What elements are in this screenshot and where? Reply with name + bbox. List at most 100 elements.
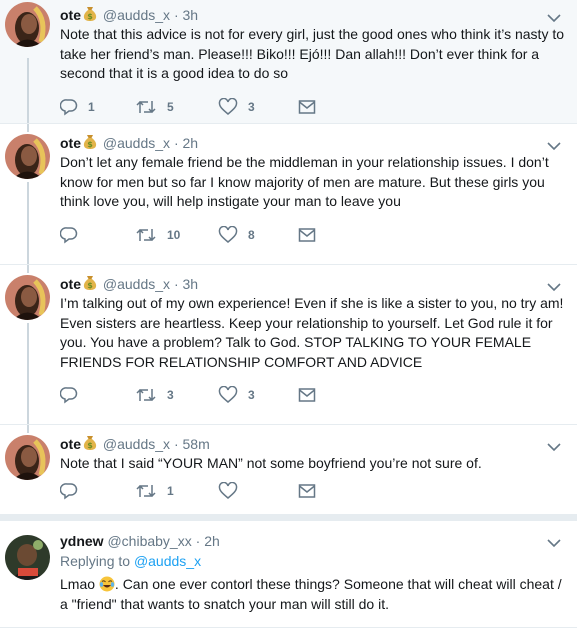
user-handle[interactable]: @audds_x	[103, 135, 170, 151]
like-button[interactable]	[218, 481, 248, 501]
tweet[interactable]: ote $ @audds_x · 2h Don’t let any female …	[0, 124, 577, 265]
like-count: 3	[248, 100, 255, 114]
retweet-count: 5	[167, 100, 174, 114]
display-name[interactable]: ote	[60, 135, 81, 151]
user-handle[interactable]: @audds_x	[103, 7, 170, 23]
envelope-icon	[298, 388, 316, 402]
chevron-down-icon[interactable]	[547, 535, 561, 548]
svg-text:$: $	[87, 441, 93, 450]
retweet-icon	[136, 100, 156, 114]
chevron-down-icon[interactable]	[547, 279, 561, 292]
mention-link[interactable]: @audds_x	[134, 553, 201, 569]
thread-connector	[27, 182, 29, 264]
timestamp[interactable]: 2h	[183, 135, 199, 151]
reply-tweet[interactable]: ydnew @chibaby_xx · 2h Replying to @audd…	[0, 515, 577, 628]
retweet-icon	[136, 228, 156, 242]
replying-to: Replying to @audds_x	[60, 552, 565, 571]
separator-dot: ·	[173, 135, 179, 151]
user-handle[interactable]: @chibaby_xx	[107, 533, 191, 549]
thread-connector	[27, 323, 29, 424]
tweet-text: I’m talking out of my own experience! Ev…	[60, 295, 564, 370]
tweet-header: ote $ @audds_x · 58m	[60, 435, 565, 453]
tweet[interactable]: ote $ @audds_x · 3h I’m talking out of my…	[0, 265, 577, 425]
reply-button[interactable]	[60, 385, 88, 405]
avatar[interactable]	[5, 435, 50, 480]
like-count: 8	[248, 228, 255, 242]
thread-connector	[27, 58, 29, 123]
retweet-count: 1	[167, 484, 174, 498]
tweet-thread: ote $ @audds_x · 3h Note that this advice…	[0, 0, 577, 628]
tweet-text-end: . Can one ever contorl these things? Som…	[60, 576, 562, 612]
display-name[interactable]: ote	[60, 7, 81, 23]
tweet-header: ote $ @audds_x · 3h	[60, 6, 565, 24]
retweet-icon	[136, 388, 156, 402]
tweet-text: Lmao . Can one ever contorl these things…	[60, 575, 565, 614]
separator-dot: ·	[173, 436, 179, 452]
display-name[interactable]: ote	[60, 276, 81, 292]
retweet-button[interactable]: 1	[135, 481, 174, 501]
retweet-button[interactable]: 10	[135, 225, 180, 245]
envelope-icon	[298, 484, 316, 498]
reply-count: 1	[88, 100, 95, 114]
display-name[interactable]: ydnew	[60, 533, 104, 549]
money-bag-emoji: $	[83, 6, 97, 22]
direct-message-button[interactable]	[298, 225, 316, 245]
direct-message-button[interactable]	[298, 481, 316, 501]
chevron-down-icon[interactable]	[547, 439, 561, 452]
tweet[interactable]: ote $ @audds_x · 58m Note that I said “YO…	[0, 425, 577, 515]
tweet-text: Note that this advice is not for every g…	[60, 26, 565, 81]
separator-dot: ·	[173, 7, 179, 23]
reply-button[interactable]	[60, 481, 88, 501]
money-bag-emoji: $	[83, 275, 97, 291]
envelope-icon	[298, 100, 316, 114]
thread-connector	[27, 265, 29, 273]
timestamp[interactable]: 58m	[183, 436, 210, 452]
avatar[interactable]	[5, 134, 50, 179]
retweet-icon	[136, 484, 156, 498]
tweet-text-start: Lmao	[60, 576, 99, 592]
tweet-text: Don’t let any female friend be the middl…	[60, 154, 549, 209]
user-handle[interactable]: @audds_x	[103, 436, 170, 452]
chevron-down-icon[interactable]	[547, 138, 561, 151]
avatar[interactable]	[5, 275, 50, 320]
chevron-down-icon[interactable]	[547, 10, 561, 23]
tweet-header: ote $ @audds_x · 2h	[60, 134, 565, 152]
timestamp[interactable]: 2h	[204, 533, 220, 549]
heart-icon	[218, 482, 238, 499]
retweet-count: 10	[167, 228, 181, 242]
avatar[interactable]	[5, 2, 50, 47]
like-button[interactable]: 8	[218, 225, 255, 245]
like-count: 3	[248, 388, 255, 402]
like-button[interactable]: 3	[218, 97, 255, 117]
heart-icon	[218, 226, 238, 243]
direct-message-button[interactable]	[298, 385, 316, 405]
tweet-header: ydnew @chibaby_xx · 2h	[60, 532, 565, 550]
timestamp[interactable]: 3h	[183, 7, 199, 23]
svg-text:$: $	[87, 281, 93, 290]
face-with-tears-of-joy-emoji	[99, 576, 115, 592]
avatar[interactable]	[5, 535, 50, 580]
display-name[interactable]: ote	[60, 436, 81, 452]
timestamp[interactable]: 3h	[183, 276, 199, 292]
reply-icon	[60, 227, 78, 244]
retweet-button[interactable]: 3	[135, 385, 174, 405]
separator-dot: ·	[195, 533, 201, 549]
tweet-text: Note that I said “YOUR MAN” not some boy…	[60, 455, 482, 471]
reply-icon	[60, 483, 78, 500]
envelope-icon	[298, 228, 316, 242]
tweet[interactable]: ote $ @audds_x · 3h Note that this advice…	[0, 0, 577, 124]
separator-dot: ·	[173, 276, 179, 292]
like-button[interactable]: 3	[218, 385, 255, 405]
tweet-header: ote $ @audds_x · 3h	[60, 275, 565, 293]
reply-icon	[60, 99, 78, 116]
reply-button[interactable]	[60, 225, 88, 245]
heart-icon	[218, 98, 238, 115]
retweet-button[interactable]: 5	[135, 97, 174, 117]
user-handle[interactable]: @audds_x	[103, 276, 170, 292]
replying-to-label: Replying to	[60, 553, 131, 569]
reply-button[interactable]: 1	[60, 97, 95, 117]
thread-connector	[27, 425, 29, 433]
direct-message-button[interactable]	[298, 97, 316, 117]
thread-connector	[27, 124, 29, 132]
retweet-count: 3	[167, 388, 174, 402]
